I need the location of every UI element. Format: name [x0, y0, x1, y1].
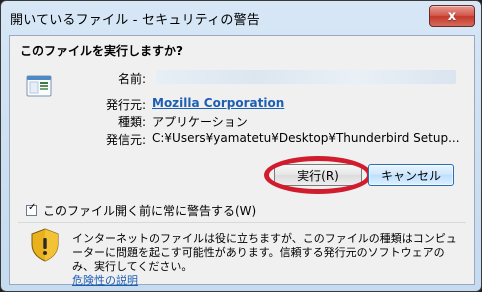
title-bar: 開いているファイル - セキュリティの警告 x: [1, 1, 481, 35]
publisher-label: 発行元:: [105, 98, 146, 112]
always-warn-checkbox[interactable]: ✓ このファイル開く前に常に警告する(W): [26, 202, 256, 219]
publisher-row: 発行元: Mozilla Corporation: [86, 96, 466, 114]
security-note: インターネットのファイルは役に立ちますが、このファイルの種類はコンピューターに問…: [72, 232, 462, 288]
close-icon: x: [447, 8, 457, 24]
publisher-link[interactable]: Mozilla Corporation: [152, 96, 284, 110]
run-button[interactable]: 実行(R): [274, 164, 362, 186]
redacted-file-name: [156, 70, 456, 84]
security-note-text: インターネットのファイルは役に立ちますが、このファイルの種類はコンピューターに問…: [72, 232, 457, 273]
divider: [18, 222, 466, 223]
from-value: C:¥Users¥yamatetu¥Desktop¥Thunderbird Se…: [152, 131, 460, 145]
risk-explanation-link[interactable]: 危険性の説明: [72, 274, 138, 287]
dialog-question: このファイルを実行しますか?: [20, 44, 183, 58]
window-title: 開いているファイル - セキュリティの警告: [10, 12, 260, 28]
application-icon: [26, 74, 52, 98]
checkbox-box[interactable]: ✓: [26, 202, 37, 216]
close-button[interactable]: x: [429, 5, 475, 27]
warning-shield-icon: [30, 228, 60, 262]
checkbox-check-icon: ✓: [28, 202, 37, 213]
from-label: 発信元:: [105, 133, 146, 147]
type-value: アプリケーション: [152, 115, 248, 129]
always-warn-label[interactable]: このファイル開く前に常に警告する(W): [43, 202, 256, 219]
dialog-content: このファイルを実行しますか? 名前: 発行元: Mozilla Corporat…: [9, 35, 475, 288]
name-label: 名前:: [117, 72, 146, 86]
security-warning-dialog: 開いているファイル - セキュリティの警告 x このファイルを実行しますか? 名…: [0, 0, 482, 292]
name-row: 名前:: [86, 70, 466, 88]
type-row: 種類: アプリケーション: [86, 113, 466, 131]
type-label: 種類:: [117, 115, 146, 129]
cancel-button[interactable]: キャンセル: [368, 164, 454, 186]
from-row: 発信元: C:¥Users¥yamatetu¥Desktop¥Thunderbi…: [86, 131, 466, 149]
